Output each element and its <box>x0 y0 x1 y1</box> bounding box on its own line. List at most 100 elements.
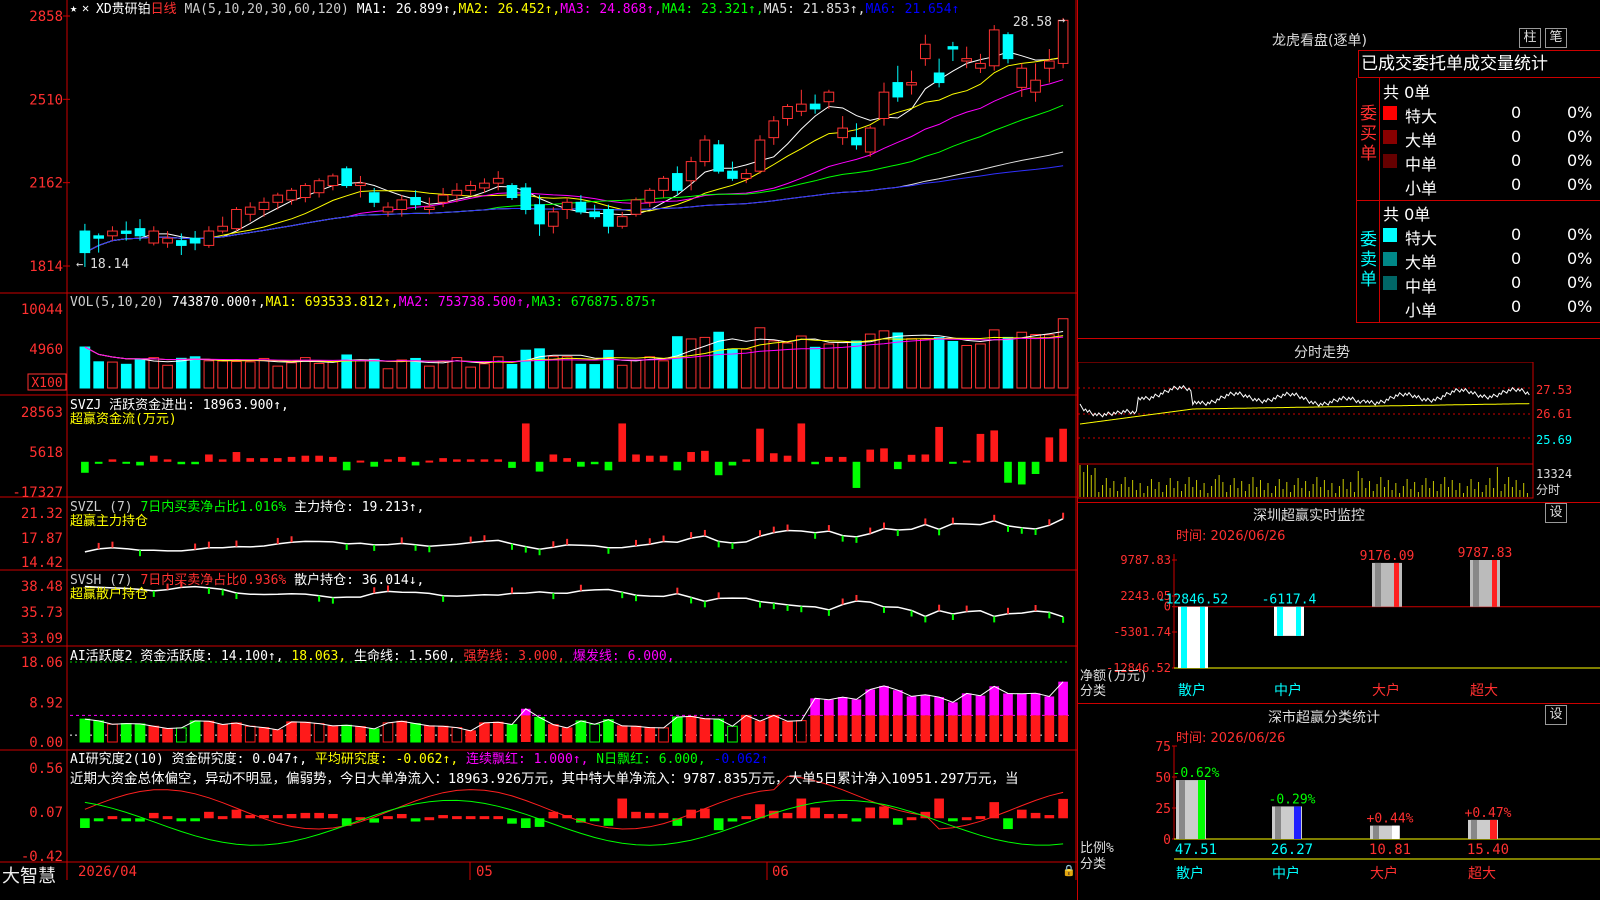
ai-active-bar-base <box>865 715 876 742</box>
class-bar-edge <box>1294 806 1301 839</box>
flow-bar <box>425 460 434 463</box>
class-settings-button[interactable]: 设 <box>1545 705 1567 725</box>
monitor-bar-chart: 9787.832243.050-5301.74-12846.52净额(万元)分类… <box>1080 546 1600 699</box>
ai-active-bar <box>107 723 118 743</box>
longhu-tabs[interactable]: 已成交委托单成交量统计 <box>1358 50 1600 78</box>
svzj-subtitle: 超赢资金流(万元) <box>70 411 177 427</box>
svzl-header-part-0: SVZL (7) <box>70 500 140 515</box>
ai-active-header-part-1: 18.063, <box>284 649 347 664</box>
flow-bar <box>370 461 379 467</box>
candle-body <box>878 91 890 119</box>
class-title: 深市超赢分类统计 <box>1268 710 1380 726</box>
svsh-y-tick-0: 38.48 <box>21 579 63 595</box>
ai-active-bar <box>589 723 600 743</box>
candle-body <box>575 201 587 213</box>
close-icon[interactable]: ✕ <box>82 1 89 15</box>
ai-active-bar <box>396 720 408 743</box>
volume-bar <box>740 348 752 389</box>
sell-order-row-name: 中单 <box>1405 277 1438 296</box>
class-change-label-3: +0.47% <box>1465 806 1512 821</box>
volume-bar <box>1030 333 1041 389</box>
monitor-bar-edge <box>1394 562 1399 607</box>
class-change-label-0: -0.62% <box>1173 766 1220 781</box>
sell-order-row: 中单 0 0% <box>1381 272 1600 296</box>
research-bar <box>755 804 765 819</box>
monitor-ylabel: 净额(万元) <box>1080 669 1148 684</box>
research-bar <box>493 816 504 820</box>
class-value-label-2: 10.81 <box>1369 842 1411 858</box>
flow-bar <box>384 459 392 462</box>
sell-order-row-name: 小单 <box>1405 301 1438 320</box>
vol-header-part-0: VOL(5,10,20) <box>70 295 164 310</box>
buy-order-row-value: 0 <box>1511 151 1522 170</box>
volume-bar <box>396 359 408 389</box>
research-bar <box>465 816 476 820</box>
class-change-label-1: -0.29% <box>1269 792 1316 807</box>
ai-research-header-part-2: 连续飘红: 1.000↑, <box>458 751 588 767</box>
flow-bar <box>866 449 875 462</box>
flow-bar <box>949 461 957 464</box>
ai-active-bar <box>189 720 201 743</box>
class-y-tick-0: 75 <box>1155 740 1171 755</box>
volume-bar <box>506 363 518 389</box>
ai-active-bar <box>603 719 614 743</box>
flow-bar <box>687 452 695 462</box>
svzj-y-tick-0: 28563 <box>21 405 63 421</box>
candle-body <box>492 177 504 184</box>
buy-order-block: 委买单 共 0单 特大 0 0% 大单 0 0% 中单 0 0% 小单 0 0% <box>1356 78 1600 201</box>
monitor-value-label-1: -6117.4 <box>1262 593 1317 608</box>
class-value-label-0: 47.51 <box>1175 842 1217 858</box>
ai-active-bar <box>93 720 104 743</box>
flow-bar <box>577 461 585 467</box>
ai-active-bar <box>644 727 656 743</box>
flow-bar <box>246 458 255 462</box>
ai-active-bar-base <box>934 715 944 742</box>
ai-active-bar-top <box>851 699 862 716</box>
star-icon[interactable]: ★ <box>70 1 77 15</box>
flow-bar <box>480 459 489 462</box>
vol-y-tick-1: 4960 <box>29 342 63 358</box>
ai-active-bar-top <box>1003 693 1013 716</box>
ai-research-y-tick-0: 0.56 <box>29 761 63 777</box>
research-bar <box>272 815 283 819</box>
volume-bar <box>672 336 683 389</box>
buy-order-row: 中单 0 0% <box>1381 150 1600 174</box>
research-bar <box>713 818 724 831</box>
class-value-label-1: 26.27 <box>1271 842 1313 858</box>
research-bar <box>810 807 820 819</box>
longhu-tick-button[interactable]: 笔 <box>1545 28 1567 48</box>
ai-research-y-tick-1: 0.07 <box>29 805 63 821</box>
intraday-chart[interactable]: 27.53 26.61 25.69 13324 分时 <box>1078 362 1600 502</box>
ai-active-bar <box>176 727 187 743</box>
candle-body <box>644 189 656 203</box>
candle-body <box>479 182 490 189</box>
candle-body <box>796 103 807 112</box>
research-bar <box>300 812 311 819</box>
volume-bar <box>961 344 972 389</box>
candle-body <box>754 139 766 172</box>
candle-body <box>740 173 752 179</box>
monitor-bar-0 <box>1178 606 1208 668</box>
volume-bar <box>892 332 904 389</box>
candle-body <box>355 182 366 187</box>
flow-bar <box>94 461 103 464</box>
vol-header-part-4: MA3: 676875.875↑ <box>532 295 657 310</box>
volume-bar <box>548 355 559 389</box>
monitor-settings-button[interactable]: 设 <box>1545 503 1567 523</box>
candle-body <box>851 137 862 146</box>
candlesticks[interactable] <box>79 17 1069 267</box>
volume-bar <box>809 346 821 389</box>
volume-bar <box>355 360 366 389</box>
kline-chart-area[interactable]: XD贵研铂日线 MA(5,10,20,30,60,120) MA1: 26.89… <box>0 0 1077 900</box>
candle-body <box>685 161 697 182</box>
candle-body <box>837 127 848 139</box>
monitor-y-tick-3: -5301.74 <box>1113 625 1171 639</box>
monitor-category-3: 超大 <box>1470 683 1498 699</box>
lock-icon[interactable]: 🔒 <box>1062 864 1076 877</box>
volume-bar <box>906 338 917 389</box>
ma-value-5: MA6: 21.654↑ <box>865 2 959 17</box>
longhu-column-button[interactable]: 柱 <box>1519 28 1541 48</box>
flow-bar <box>397 456 406 462</box>
svsh-y-tick-2: 33.09 <box>21 631 63 647</box>
research-bar <box>438 815 448 819</box>
